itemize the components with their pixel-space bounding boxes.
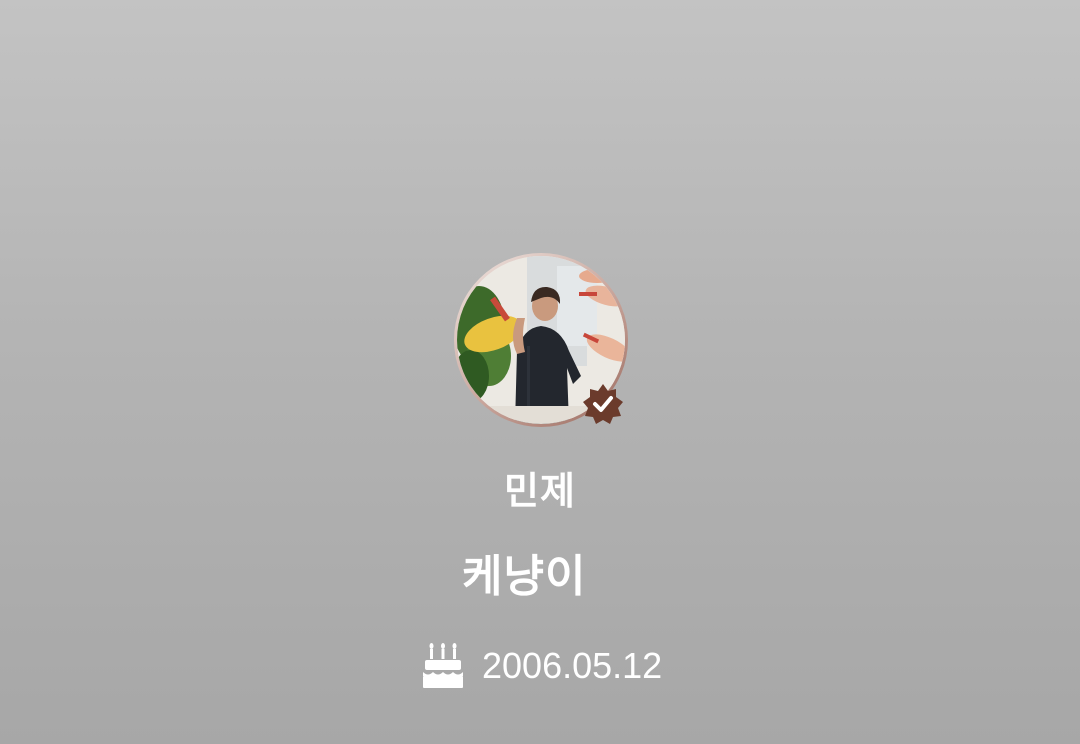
birthday-row: 2006.05.12 (422, 640, 662, 692)
birthday-date: 2006.05.12 (482, 645, 663, 686)
profile-name: 민제 (504, 469, 576, 513)
birthday-cake-icon (423, 643, 463, 688)
verified-badge-icon (583, 384, 623, 424)
profile-avatar-container[interactable] (454, 253, 628, 427)
profile-nickname: 케냥이 (462, 551, 587, 602)
